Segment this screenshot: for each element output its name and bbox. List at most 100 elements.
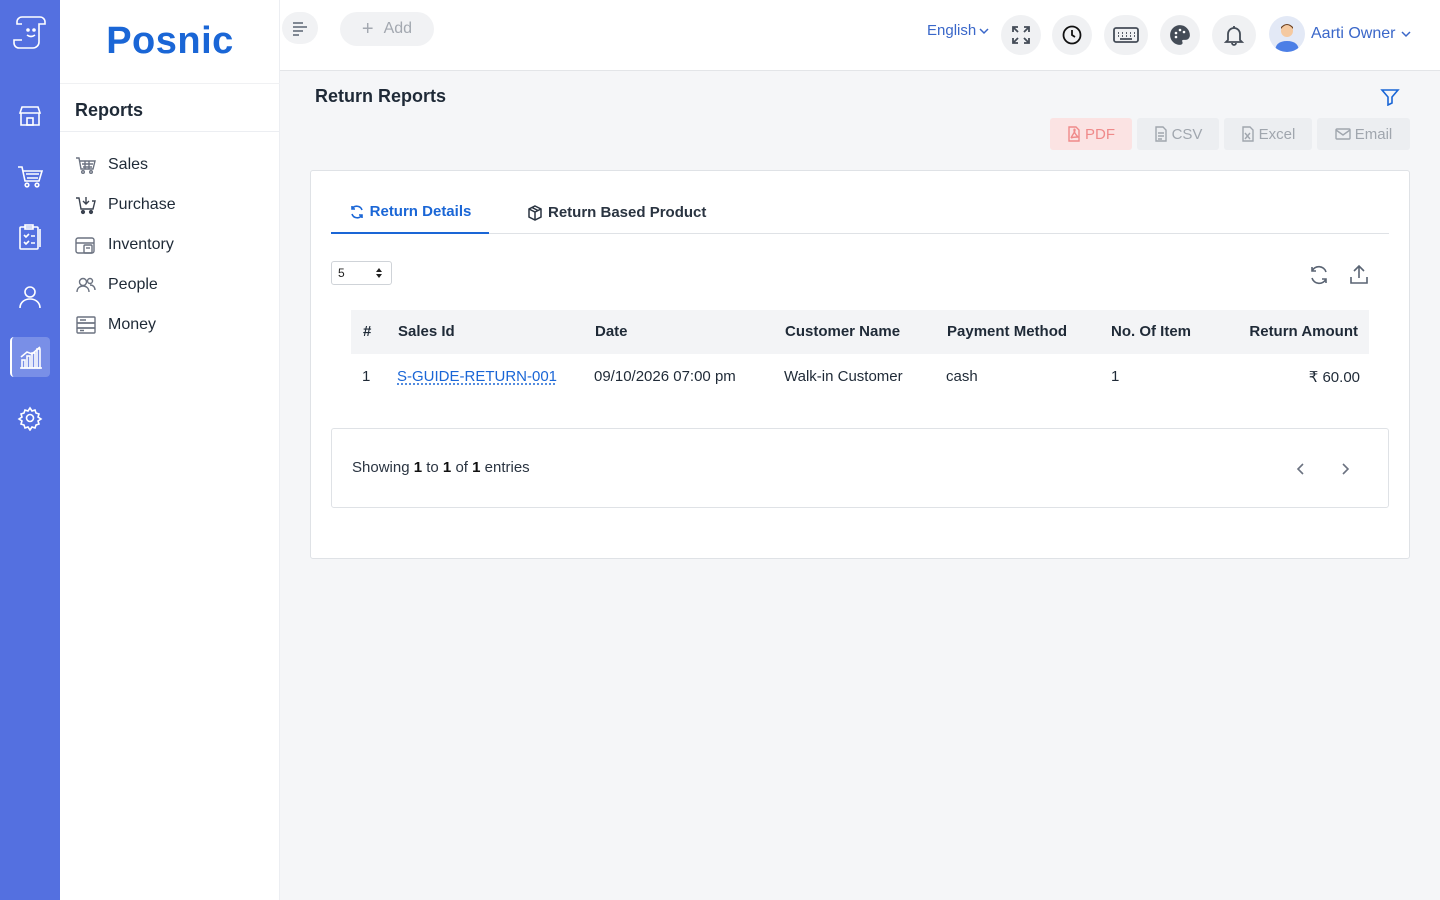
- refresh-table-button[interactable]: [1307, 263, 1331, 287]
- fullscreen-icon: [1012, 26, 1030, 44]
- report-card: Return Details Return Based Product 5 # …: [310, 170, 1410, 559]
- cart-down-icon: [75, 194, 97, 216]
- filter-icon[interactable]: [1380, 88, 1400, 110]
- export-email-label: Email: [1354, 125, 1393, 143]
- sales-id-link[interactable]: S-GUIDE-RETURN-001: [397, 368, 557, 385]
- clock-icon: [1062, 25, 1082, 45]
- user-name: Aarti Owner: [1311, 25, 1396, 42]
- export-csv-button[interactable]: CSV: [1137, 118, 1219, 150]
- language-selector[interactable]: English: [927, 22, 989, 39]
- excel-file-icon: [1241, 126, 1254, 142]
- top-header: + Add English Aarti Owner: [280, 0, 1440, 71]
- tab-return-based-product[interactable]: Return Based Product: [527, 191, 706, 234]
- inventory-icon: [75, 234, 97, 256]
- refresh-icon: [350, 204, 363, 219]
- sidebar-item-label: Money: [108, 316, 157, 333]
- sidebar-item-label: Purchase: [108, 196, 176, 213]
- row-return-amount: ₹ 60.00: [1308, 369, 1360, 386]
- notifications-button[interactable]: [1212, 15, 1256, 55]
- row-date: 09/10/2026 07:00 pm: [594, 368, 736, 385]
- chart-icon[interactable]: [10, 337, 50, 377]
- range-to: 1: [442, 459, 452, 476]
- column-header[interactable]: Sales Id: [398, 323, 455, 340]
- basket-icon: [75, 154, 97, 176]
- column-header[interactable]: No. Of Item: [1111, 323, 1191, 340]
- clipboard-icon[interactable]: [10, 217, 50, 257]
- next-page-button[interactable]: [1333, 457, 1357, 481]
- export-pdf-label: PDF: [1085, 125, 1115, 143]
- export-pdf-button[interactable]: PDF: [1050, 118, 1132, 150]
- gear-icon[interactable]: [10, 398, 50, 438]
- sidebar-divider: [60, 131, 280, 132]
- theme-button[interactable]: [1160, 15, 1200, 55]
- chevron-down-icon: [979, 27, 989, 34]
- export-table-button[interactable]: [1347, 263, 1371, 287]
- upload-icon: [1350, 264, 1368, 284]
- sidebar-item-money[interactable]: Money: [75, 305, 176, 345]
- page-title: Return Reports: [315, 86, 447, 106]
- of-label: of: [455, 459, 468, 476]
- tab-label: Return Details: [369, 203, 472, 220]
- add-button-label: Add: [383, 20, 413, 37]
- page-size-select[interactable]: 5: [331, 261, 392, 285]
- row-payment: cash: [946, 368, 978, 385]
- fullscreen-button[interactable]: [1001, 15, 1041, 55]
- table-header: # Sales Id Date Customer Name Payment Me…: [351, 310, 1369, 354]
- row-item-count: 1: [1111, 368, 1120, 385]
- language-label: English: [927, 22, 977, 39]
- chevron-down-icon: [1401, 31, 1411, 38]
- money-icon: [75, 314, 97, 336]
- cart-icon[interactable]: [10, 156, 50, 196]
- page-size-value: 5: [338, 266, 345, 280]
- user-icon[interactable]: [10, 277, 50, 317]
- sidebar-item-inventory[interactable]: Inventory: [75, 225, 176, 265]
- sidebar-item-label: People: [108, 276, 158, 293]
- column-header: #: [363, 323, 372, 340]
- keyboard-button[interactable]: [1104, 15, 1148, 55]
- report-tabs: Return Details Return Based Product: [331, 191, 1389, 234]
- bell-icon: [1223, 26, 1245, 46]
- add-button[interactable]: + Add: [340, 12, 434, 46]
- export-email-button[interactable]: Email: [1317, 118, 1410, 150]
- row-customer: Walk-in Customer: [784, 368, 903, 385]
- user-menu[interactable]: Aarti Owner: [1269, 16, 1411, 52]
- sidebar-item-purchase[interactable]: Purchase: [75, 185, 176, 225]
- palette-icon: [1170, 25, 1190, 45]
- sidebar-item-sales[interactable]: Sales: [75, 145, 176, 185]
- avatar: [1269, 16, 1305, 52]
- export-excel-label: Excel: [1258, 125, 1296, 143]
- people-icon: [75, 274, 97, 296]
- range-from: 1: [413, 459, 423, 476]
- entries-label: entries: [484, 459, 530, 476]
- envelope-icon: [1335, 128, 1351, 140]
- previous-page-button[interactable]: [1289, 457, 1313, 481]
- pagination-footer: Showing 1 to 1 of 1 entries: [331, 428, 1389, 508]
- entries-info: Showing 1 to 1 of 1 entries: [352, 459, 530, 476]
- column-header[interactable]: Return Amount: [1249, 323, 1358, 340]
- app-logo-icon[interactable]: [10, 12, 50, 52]
- pdf-file-icon: [1068, 126, 1080, 142]
- clock-button[interactable]: [1052, 15, 1092, 55]
- sidebar-item-label: Sales: [108, 156, 149, 173]
- column-header[interactable]: Date: [595, 323, 628, 340]
- sidebar-item-people[interactable]: People: [75, 265, 176, 305]
- keyboard-icon: [1113, 27, 1139, 43]
- sidebar-item-label: Inventory: [108, 236, 174, 253]
- chevron-right-icon: [1342, 463, 1350, 475]
- tab-return-details[interactable]: Return Details: [331, 191, 489, 234]
- csv-file-icon: [1154, 126, 1167, 142]
- chevron-left-icon: [1296, 463, 1304, 475]
- column-header[interactable]: Payment Method: [947, 323, 1067, 340]
- icon-rail: [0, 0, 60, 900]
- sort-arrows-icon: [376, 268, 382, 278]
- to-label: to: [426, 459, 439, 476]
- total-count: 1: [472, 459, 481, 476]
- export-csv-label: CSV: [1171, 125, 1203, 143]
- sidebar-title: Reports: [75, 100, 144, 120]
- export-excel-button[interactable]: Excel: [1224, 118, 1312, 150]
- store-icon[interactable]: [10, 96, 50, 136]
- brand-logo[interactable]: Posnic: [60, 0, 280, 84]
- column-header[interactable]: Customer Name: [785, 323, 900, 340]
- menu-toggle-button[interactable]: [282, 12, 318, 44]
- sidebar-menu: Sales Purchase Inventory People Money: [75, 145, 176, 345]
